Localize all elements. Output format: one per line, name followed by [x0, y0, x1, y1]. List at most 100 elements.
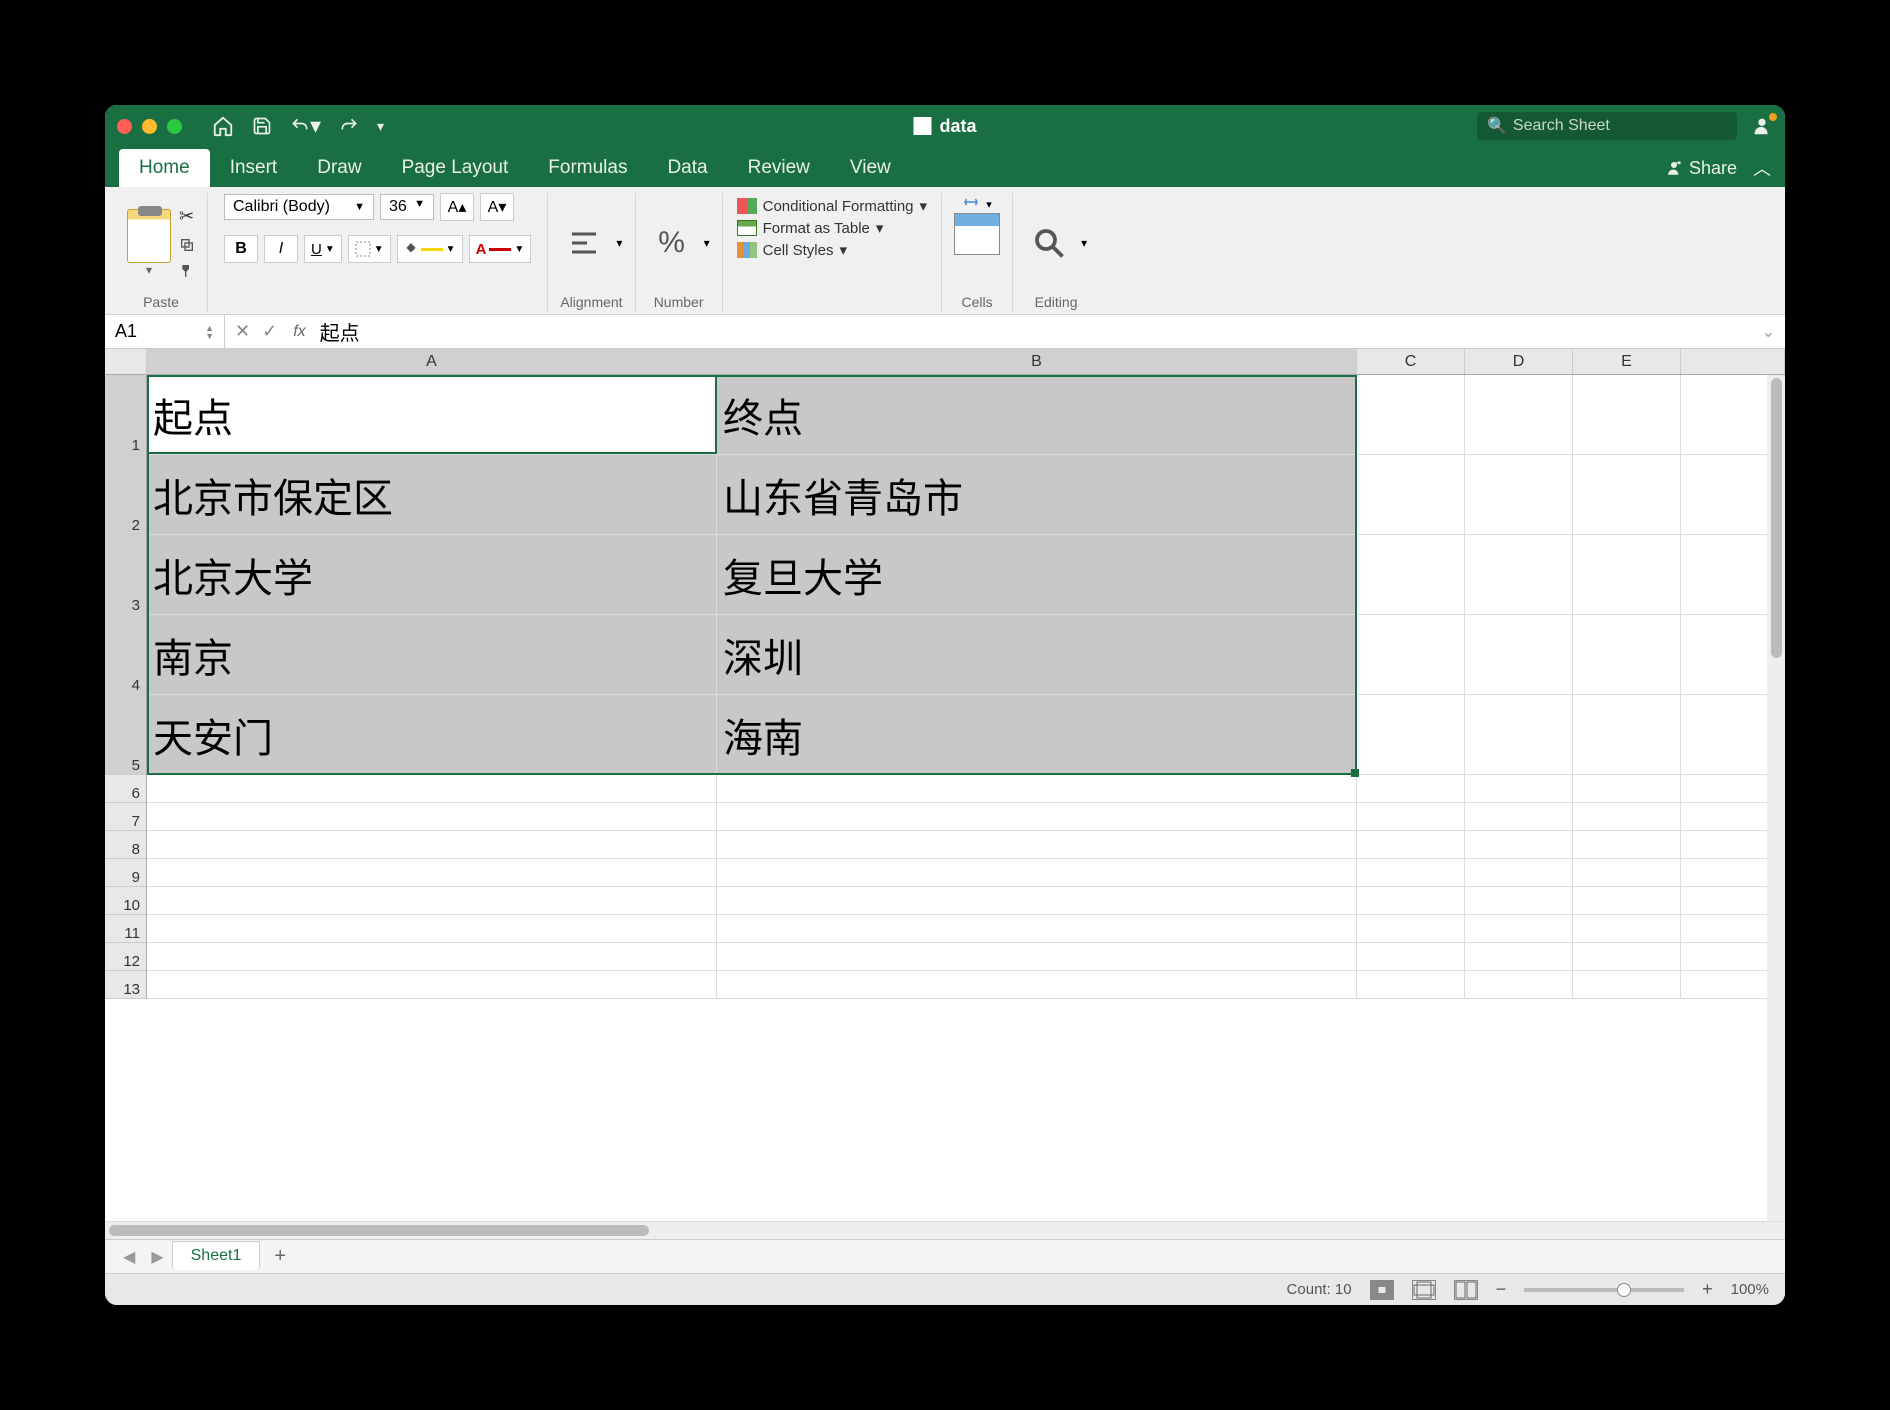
- cell[interactable]: 海南: [717, 695, 1357, 774]
- expand-formula-icon[interactable]: ⌄: [1762, 322, 1785, 342]
- fill-color-button[interactable]: ▼: [397, 235, 463, 263]
- column-header[interactable]: C: [1357, 349, 1465, 374]
- cell[interactable]: [1357, 887, 1465, 914]
- horizontal-scrollbar[interactable]: [105, 1221, 1785, 1239]
- cell[interactable]: 北京市保定区: [147, 455, 717, 534]
- cell[interactable]: [1465, 971, 1573, 998]
- cell[interactable]: [717, 775, 1357, 802]
- share-button[interactable]: Share: [1665, 158, 1737, 179]
- cell[interactable]: [1357, 375, 1465, 454]
- cell[interactable]: [1357, 859, 1465, 886]
- decrease-font-icon[interactable]: A▾: [480, 193, 514, 221]
- cell[interactable]: 山东省青岛市: [717, 455, 1357, 534]
- cut-icon[interactable]: ✂: [179, 206, 195, 227]
- normal-view-icon[interactable]: [1370, 1280, 1394, 1300]
- cell[interactable]: [1465, 775, 1573, 802]
- column-header[interactable]: A: [147, 349, 717, 374]
- zoom-level[interactable]: 100%: [1731, 1281, 1769, 1298]
- column-header[interactable]: B: [717, 349, 1357, 374]
- tab-view[interactable]: View: [830, 149, 911, 187]
- cell[interactable]: [1573, 971, 1681, 998]
- percent-icon[interactable]: %: [648, 219, 696, 267]
- format-painter-icon[interactable]: [179, 263, 195, 279]
- cell[interactable]: [1357, 775, 1465, 802]
- cell[interactable]: [1465, 535, 1573, 614]
- tab-page-layout[interactable]: Page Layout: [382, 149, 529, 187]
- paste-icon[interactable]: [127, 209, 171, 263]
- cell[interactable]: [147, 971, 717, 998]
- close-icon[interactable]: [117, 119, 132, 134]
- select-all-corner[interactable]: [105, 349, 147, 375]
- cell[interactable]: [717, 943, 1357, 970]
- alignment-icon[interactable]: [560, 219, 608, 267]
- cell[interactable]: [1573, 915, 1681, 942]
- cell[interactable]: [717, 971, 1357, 998]
- row-header[interactable]: 9: [105, 859, 146, 887]
- cell[interactable]: [1357, 971, 1465, 998]
- row-header[interactable]: 10: [105, 887, 146, 915]
- cell[interactable]: [1573, 859, 1681, 886]
- cell[interactable]: [1357, 455, 1465, 534]
- zoom-out-button[interactable]: −: [1496, 1279, 1507, 1300]
- prev-sheet-icon[interactable]: ◀: [115, 1247, 143, 1267]
- format-as-table-button[interactable]: Format as Table ▾: [737, 219, 927, 237]
- font-size-select[interactable]: 36▼: [380, 194, 434, 220]
- italic-button[interactable]: I: [264, 235, 298, 263]
- row-header[interactable]: 4: [105, 615, 146, 695]
- cell[interactable]: [1357, 615, 1465, 694]
- cell[interactable]: [1573, 615, 1681, 694]
- row-header[interactable]: 11: [105, 915, 146, 943]
- cell[interactable]: [1465, 859, 1573, 886]
- cell[interactable]: [1573, 695, 1681, 774]
- find-icon[interactable]: [1025, 219, 1073, 267]
- cell[interactable]: [1465, 831, 1573, 858]
- cell[interactable]: [1573, 803, 1681, 830]
- accept-formula-icon[interactable]: ✓: [262, 321, 277, 342]
- row-header[interactable]: 1: [105, 375, 146, 455]
- collapse-ribbon-icon[interactable]: ︿: [1753, 155, 1771, 181]
- cell[interactable]: [1573, 375, 1681, 454]
- tab-formulas[interactable]: Formulas: [528, 149, 647, 187]
- cell[interactable]: [147, 887, 717, 914]
- increase-font-icon[interactable]: A▴: [440, 193, 474, 221]
- tab-data[interactable]: Data: [647, 149, 727, 187]
- cell[interactable]: [1357, 915, 1465, 942]
- cell[interactable]: [717, 831, 1357, 858]
- cell[interactable]: [147, 803, 717, 830]
- formula-input[interactable]: 起点: [312, 317, 360, 346]
- cell[interactable]: 深圳: [717, 615, 1357, 694]
- cell[interactable]: [1573, 887, 1681, 914]
- sheet-tab[interactable]: Sheet1: [172, 1241, 261, 1270]
- conditional-formatting-button[interactable]: Conditional Formatting ▾: [737, 197, 927, 215]
- font-name-select[interactable]: Calibri (Body)▼: [224, 194, 374, 220]
- cell[interactable]: [1465, 615, 1573, 694]
- cell[interactable]: [147, 831, 717, 858]
- zoom-slider[interactable]: [1524, 1288, 1684, 1292]
- cell[interactable]: [717, 859, 1357, 886]
- underline-button[interactable]: U ▼: [304, 235, 342, 263]
- fx-icon[interactable]: fx: [287, 323, 311, 341]
- cancel-formula-icon[interactable]: ✕: [235, 321, 250, 342]
- cell[interactable]: 终点: [717, 375, 1357, 454]
- cell[interactable]: 南京: [147, 615, 717, 694]
- cell[interactable]: 北京大学: [147, 535, 717, 614]
- bold-button[interactable]: B: [224, 235, 258, 263]
- row-header[interactable]: 8: [105, 831, 146, 859]
- cell[interactable]: [717, 915, 1357, 942]
- cell[interactable]: [1573, 455, 1681, 534]
- cell[interactable]: [147, 915, 717, 942]
- vertical-scrollbar[interactable]: [1767, 375, 1785, 1221]
- redo-icon[interactable]: [339, 116, 359, 136]
- cell-styles-button[interactable]: Cell Styles ▾: [737, 241, 927, 259]
- name-box[interactable]: A1▲▼: [105, 315, 225, 348]
- row-header[interactable]: 6: [105, 775, 146, 803]
- home-icon[interactable]: [212, 115, 234, 137]
- cell[interactable]: [1465, 887, 1573, 914]
- row-header[interactable]: 12: [105, 943, 146, 971]
- cell[interactable]: [1465, 375, 1573, 454]
- cell[interactable]: 起点: [147, 375, 717, 454]
- next-sheet-icon[interactable]: ▶: [143, 1247, 171, 1267]
- minimize-icon[interactable]: [142, 119, 157, 134]
- cell[interactable]: [1465, 455, 1573, 534]
- cell[interactable]: [1465, 695, 1573, 774]
